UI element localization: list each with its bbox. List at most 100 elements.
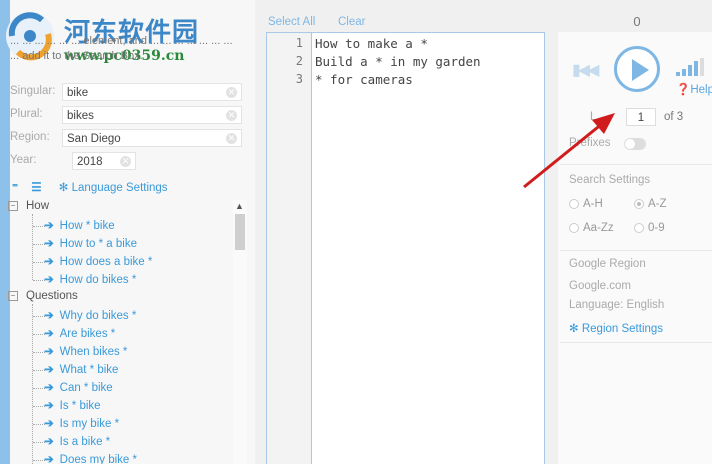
section-divider	[560, 342, 712, 343]
editor-line[interactable]: How to make a *	[315, 36, 428, 51]
arrow-right-icon: ➔	[44, 364, 54, 376]
instructions-text: ... ... ... ... ... ... element, and ...…	[10, 35, 233, 62]
tree-item[interactable]: ➔ How * bike	[44, 218, 115, 234]
search-settings-label: Search Settings	[569, 174, 651, 186]
google-domain-label: Google.com	[569, 280, 632, 292]
right-panel	[558, 32, 712, 464]
language-settings-link[interactable]: ✻ Language Settings	[59, 182, 168, 194]
tree-item[interactable]: ➔ Are bikes *	[44, 326, 115, 342]
year-row: Year: 2018 ✕	[10, 152, 250, 170]
year-input[interactable]: 2018 ✕	[72, 152, 136, 170]
clear-icon[interactable]: ✕	[226, 87, 237, 98]
language-settings-label: Language Settings	[71, 182, 168, 194]
arrow-right-icon: ➔	[44, 418, 54, 430]
arrow-right-icon: ➔	[44, 274, 54, 286]
arrow-right-icon: ➔	[44, 310, 54, 322]
line-number: 1	[295, 36, 303, 50]
editor-line[interactable]: Build a * in my garden	[315, 54, 481, 69]
tree-item[interactable]: ➔ Can * bike	[44, 380, 113, 396]
region-settings-label: Region Settings	[581, 323, 664, 335]
radio-aa-zz[interactable]: Aa-Zz	[569, 222, 614, 234]
result-count: 0	[633, 14, 641, 29]
clear-icon[interactable]: ✕	[226, 133, 237, 144]
page-prefix-label: L	[590, 111, 597, 123]
radio-circle[interactable]	[634, 223, 644, 233]
gear-icon: ✻	[569, 323, 579, 335]
plural-row: Plural: bikes ✕	[10, 106, 250, 124]
tree-item[interactable]: ➔ How to * a bike	[44, 236, 137, 252]
clear-icon[interactable]: ✕	[226, 110, 237, 121]
region-input[interactable]: San Diego ✕	[62, 129, 242, 147]
collapse-all-icon[interactable]: ⁼	[12, 182, 18, 194]
tree-item[interactable]: ➔ What * bike	[44, 362, 118, 378]
region-value: San Diego	[67, 133, 121, 145]
expand-all-icon[interactable]: ☰	[31, 182, 41, 194]
play-icon	[632, 59, 649, 81]
tree-group-how[interactable]: − How	[8, 200, 49, 216]
line-number: 3	[295, 72, 303, 86]
tree-item[interactable]: ➔ Is * bike	[44, 398, 101, 414]
region-row: Region: San Diego ✕	[10, 129, 250, 147]
clear-icon[interactable]: ✕	[120, 156, 131, 167]
arrow-right-icon: ➔	[44, 436, 54, 448]
collapse-icon[interactable]: −	[8, 290, 18, 301]
arrow-right-icon: ➔	[44, 382, 54, 394]
help-label: Help	[690, 84, 712, 96]
year-label: Year:	[10, 154, 37, 166]
plural-input[interactable]: bikes ✕	[62, 106, 242, 124]
section-divider	[560, 250, 712, 251]
select-all-button[interactable]: Select All	[268, 16, 315, 28]
keyword-editor[interactable]: 1 2 3 How to make a * Build a * in my ga…	[266, 32, 545, 464]
page-input[interactable]: 1	[626, 108, 656, 126]
skip-back-icon[interactable]: ▮◀◀	[572, 60, 599, 80]
clear-button[interactable]: Clear	[338, 16, 365, 28]
radio-circle[interactable]	[569, 223, 579, 233]
arrow-right-icon: ➔	[44, 346, 54, 358]
google-region-label: Google Region	[569, 258, 646, 270]
editor-line[interactable]: * for cameras	[315, 72, 413, 87]
region-label: Region:	[10, 131, 50, 143]
tree-item[interactable]: ➔ When bikes *	[44, 344, 127, 360]
radio-circle[interactable]	[634, 199, 644, 209]
arrow-right-icon: ➔	[44, 328, 54, 340]
prefixes-toggle[interactable]	[624, 138, 646, 150]
collapse-icon[interactable]: −	[8, 200, 18, 211]
prefixes-label: Prefixes	[569, 137, 611, 149]
radio-0-9[interactable]: 0-9	[634, 222, 665, 234]
line-gutter	[267, 33, 312, 464]
question-icon: ❓	[676, 84, 691, 96]
tree-item[interactable]: ➔ How does a bike *	[44, 254, 152, 270]
arrow-right-icon: ➔	[44, 220, 54, 232]
tree-item[interactable]: ➔ How do bikes *	[44, 272, 136, 288]
line-number: 2	[295, 54, 303, 68]
radio-a-z[interactable]: A-Z	[634, 198, 667, 210]
singular-input[interactable]: bike ✕	[62, 83, 242, 101]
tree-item[interactable]: ➔ Is a bike *	[44, 434, 110, 450]
page-of-label: of 3	[664, 111, 684, 123]
tree-item[interactable]: ➔ Is my bike *	[44, 416, 119, 432]
help-link[interactable]: ❓Help	[676, 82, 712, 96]
scroll-up-icon[interactable]: ▲	[235, 201, 244, 211]
region-settings-link[interactable]: ✻ Region Settings	[569, 321, 663, 335]
play-button[interactable]	[614, 46, 660, 92]
radio-a-h[interactable]: A-H	[569, 198, 603, 210]
arrow-right-icon: ➔	[44, 256, 54, 268]
tree-scrollbar[interactable]: ▲	[233, 200, 247, 464]
singular-label: Singular:	[10, 85, 56, 97]
plural-label: Plural:	[10, 108, 43, 120]
year-value: 2018	[77, 156, 103, 168]
tree-toolbar: ⁼ ☰ ✻ Language Settings	[12, 180, 168, 196]
tree-group-label: Questions	[26, 290, 78, 302]
language-label: Language: English	[569, 299, 665, 311]
arrow-right-icon: ➔	[44, 238, 54, 250]
arrow-right-icon: ➔	[44, 400, 54, 412]
scrollbar-thumb[interactable]	[235, 214, 245, 250]
tree-group-questions[interactable]: − Questions	[8, 290, 78, 306]
radio-circle[interactable]	[569, 199, 579, 209]
gear-icon: ✻	[58, 182, 69, 194]
tree-item[interactable]: ➔ Does my bike *	[44, 452, 137, 464]
arrow-right-icon: ➔	[44, 454, 54, 464]
tree-item[interactable]: ➔ Why do bikes *	[44, 308, 136, 324]
singular-row: Singular: bike ✕	[10, 83, 250, 101]
tree-group-label: How	[26, 200, 50, 212]
